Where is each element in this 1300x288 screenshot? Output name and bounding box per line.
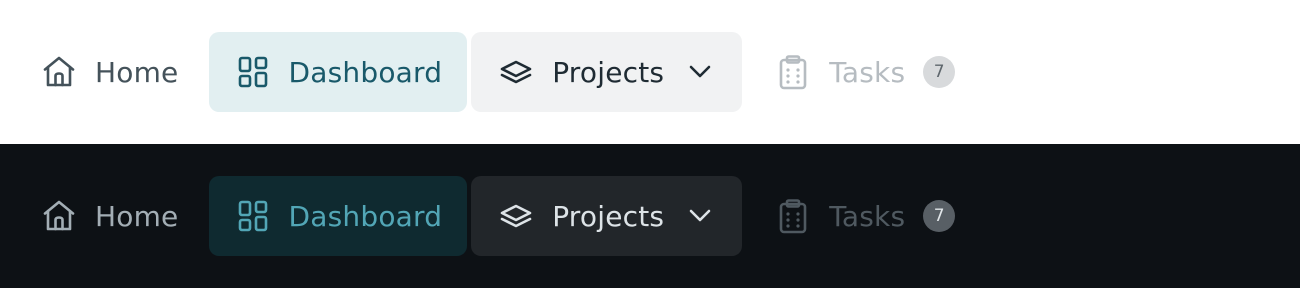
home-icon: [40, 53, 78, 91]
nav-item-home[interactable]: Home: [32, 176, 189, 256]
nav-item-home[interactable]: Home: [32, 32, 189, 112]
nav-item-label: Tasks: [829, 55, 906, 89]
nav-item-tasks: Tasks 7: [742, 32, 956, 112]
dashboard-grid-icon: [234, 53, 272, 91]
layers-icon: [497, 197, 535, 235]
dashboard-grid-icon: [234, 197, 272, 235]
nav-bar-dark: Home Dashboard Projects Tasks 7: [0, 144, 1300, 288]
nav-item-label: Dashboard: [288, 55, 443, 89]
nav-item-label: Projects: [552, 199, 665, 233]
count-badge: 7: [923, 56, 956, 88]
clipboard-icon: [774, 53, 812, 91]
nav-menu: Home Dashboard Projects Tasks 7: [32, 176, 956, 256]
nav-item-dashboard[interactable]: Dashboard: [208, 176, 468, 256]
nav-item-label: Home: [95, 199, 179, 233]
nav-item-projects[interactable]: Projects: [471, 32, 743, 112]
layers-icon: [497, 53, 535, 91]
nav-item-dashboard[interactable]: Dashboard: [208, 32, 468, 112]
nav-item-projects[interactable]: Projects: [471, 176, 743, 256]
nav-item-label: Projects: [552, 55, 665, 89]
nav-item-tasks: Tasks 7: [742, 176, 956, 256]
chevron-down-icon[interactable]: [685, 57, 715, 87]
clipboard-icon: [774, 197, 812, 235]
nav-item-label: Tasks: [829, 199, 906, 233]
nav-item-label: Home: [95, 55, 179, 89]
chevron-down-icon[interactable]: [685, 201, 715, 231]
nav-bar-light: Home Dashboard Projects Tasks 7: [0, 0, 1300, 144]
count-badge: 7: [923, 200, 956, 232]
nav-menu: Home Dashboard Projects Tasks 7: [32, 32, 956, 112]
home-icon: [40, 197, 78, 235]
nav-item-label: Dashboard: [288, 199, 443, 233]
